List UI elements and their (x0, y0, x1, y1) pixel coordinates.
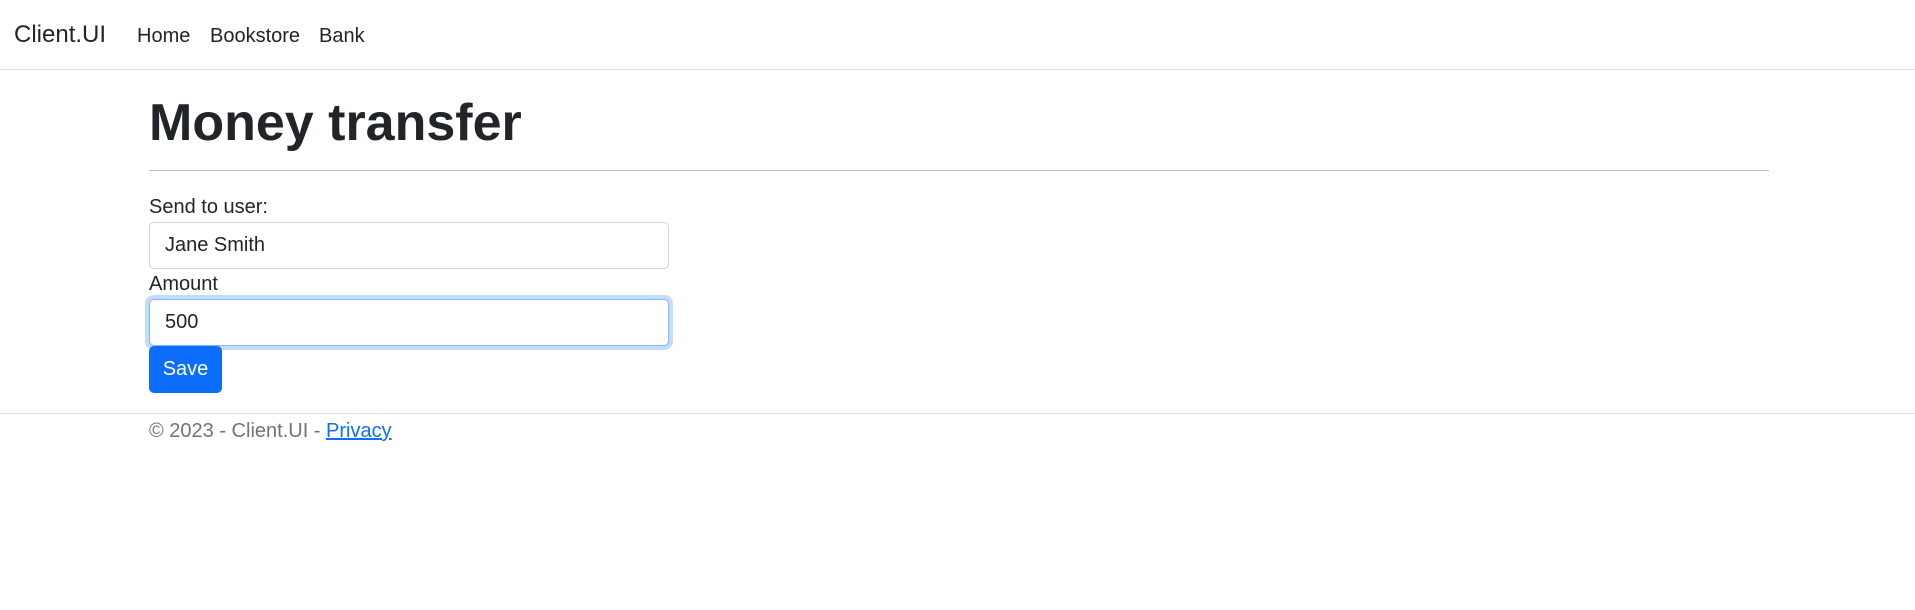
title-divider (149, 170, 1769, 171)
amount-label: Amount (149, 273, 218, 295)
brand-link[interactable]: Client.UI (14, 20, 106, 50)
privacy-link[interactable]: Privacy (326, 420, 392, 442)
save-button[interactable]: Save (149, 346, 222, 393)
send-to-input[interactable] (149, 222, 669, 269)
copyright-text: © 2023 - Client.UI - (149, 420, 327, 442)
amount-input[interactable] (149, 299, 669, 346)
send-to-label: Send to user: (149, 196, 268, 218)
page-title: Money transfer (149, 94, 522, 152)
footer: © 2023 - Client.UI - Privacy (0, 413, 1915, 463)
nav-link-bank[interactable]: Bank (319, 23, 365, 49)
footer-text: © 2023 - Client.UI - Privacy (149, 418, 392, 444)
nav-link-bookstore[interactable]: Bookstore (210, 23, 300, 49)
navbar: Client.UI Home Bookstore Bank (0, 0, 1915, 70)
nav-link-home[interactable]: Home (137, 23, 190, 49)
